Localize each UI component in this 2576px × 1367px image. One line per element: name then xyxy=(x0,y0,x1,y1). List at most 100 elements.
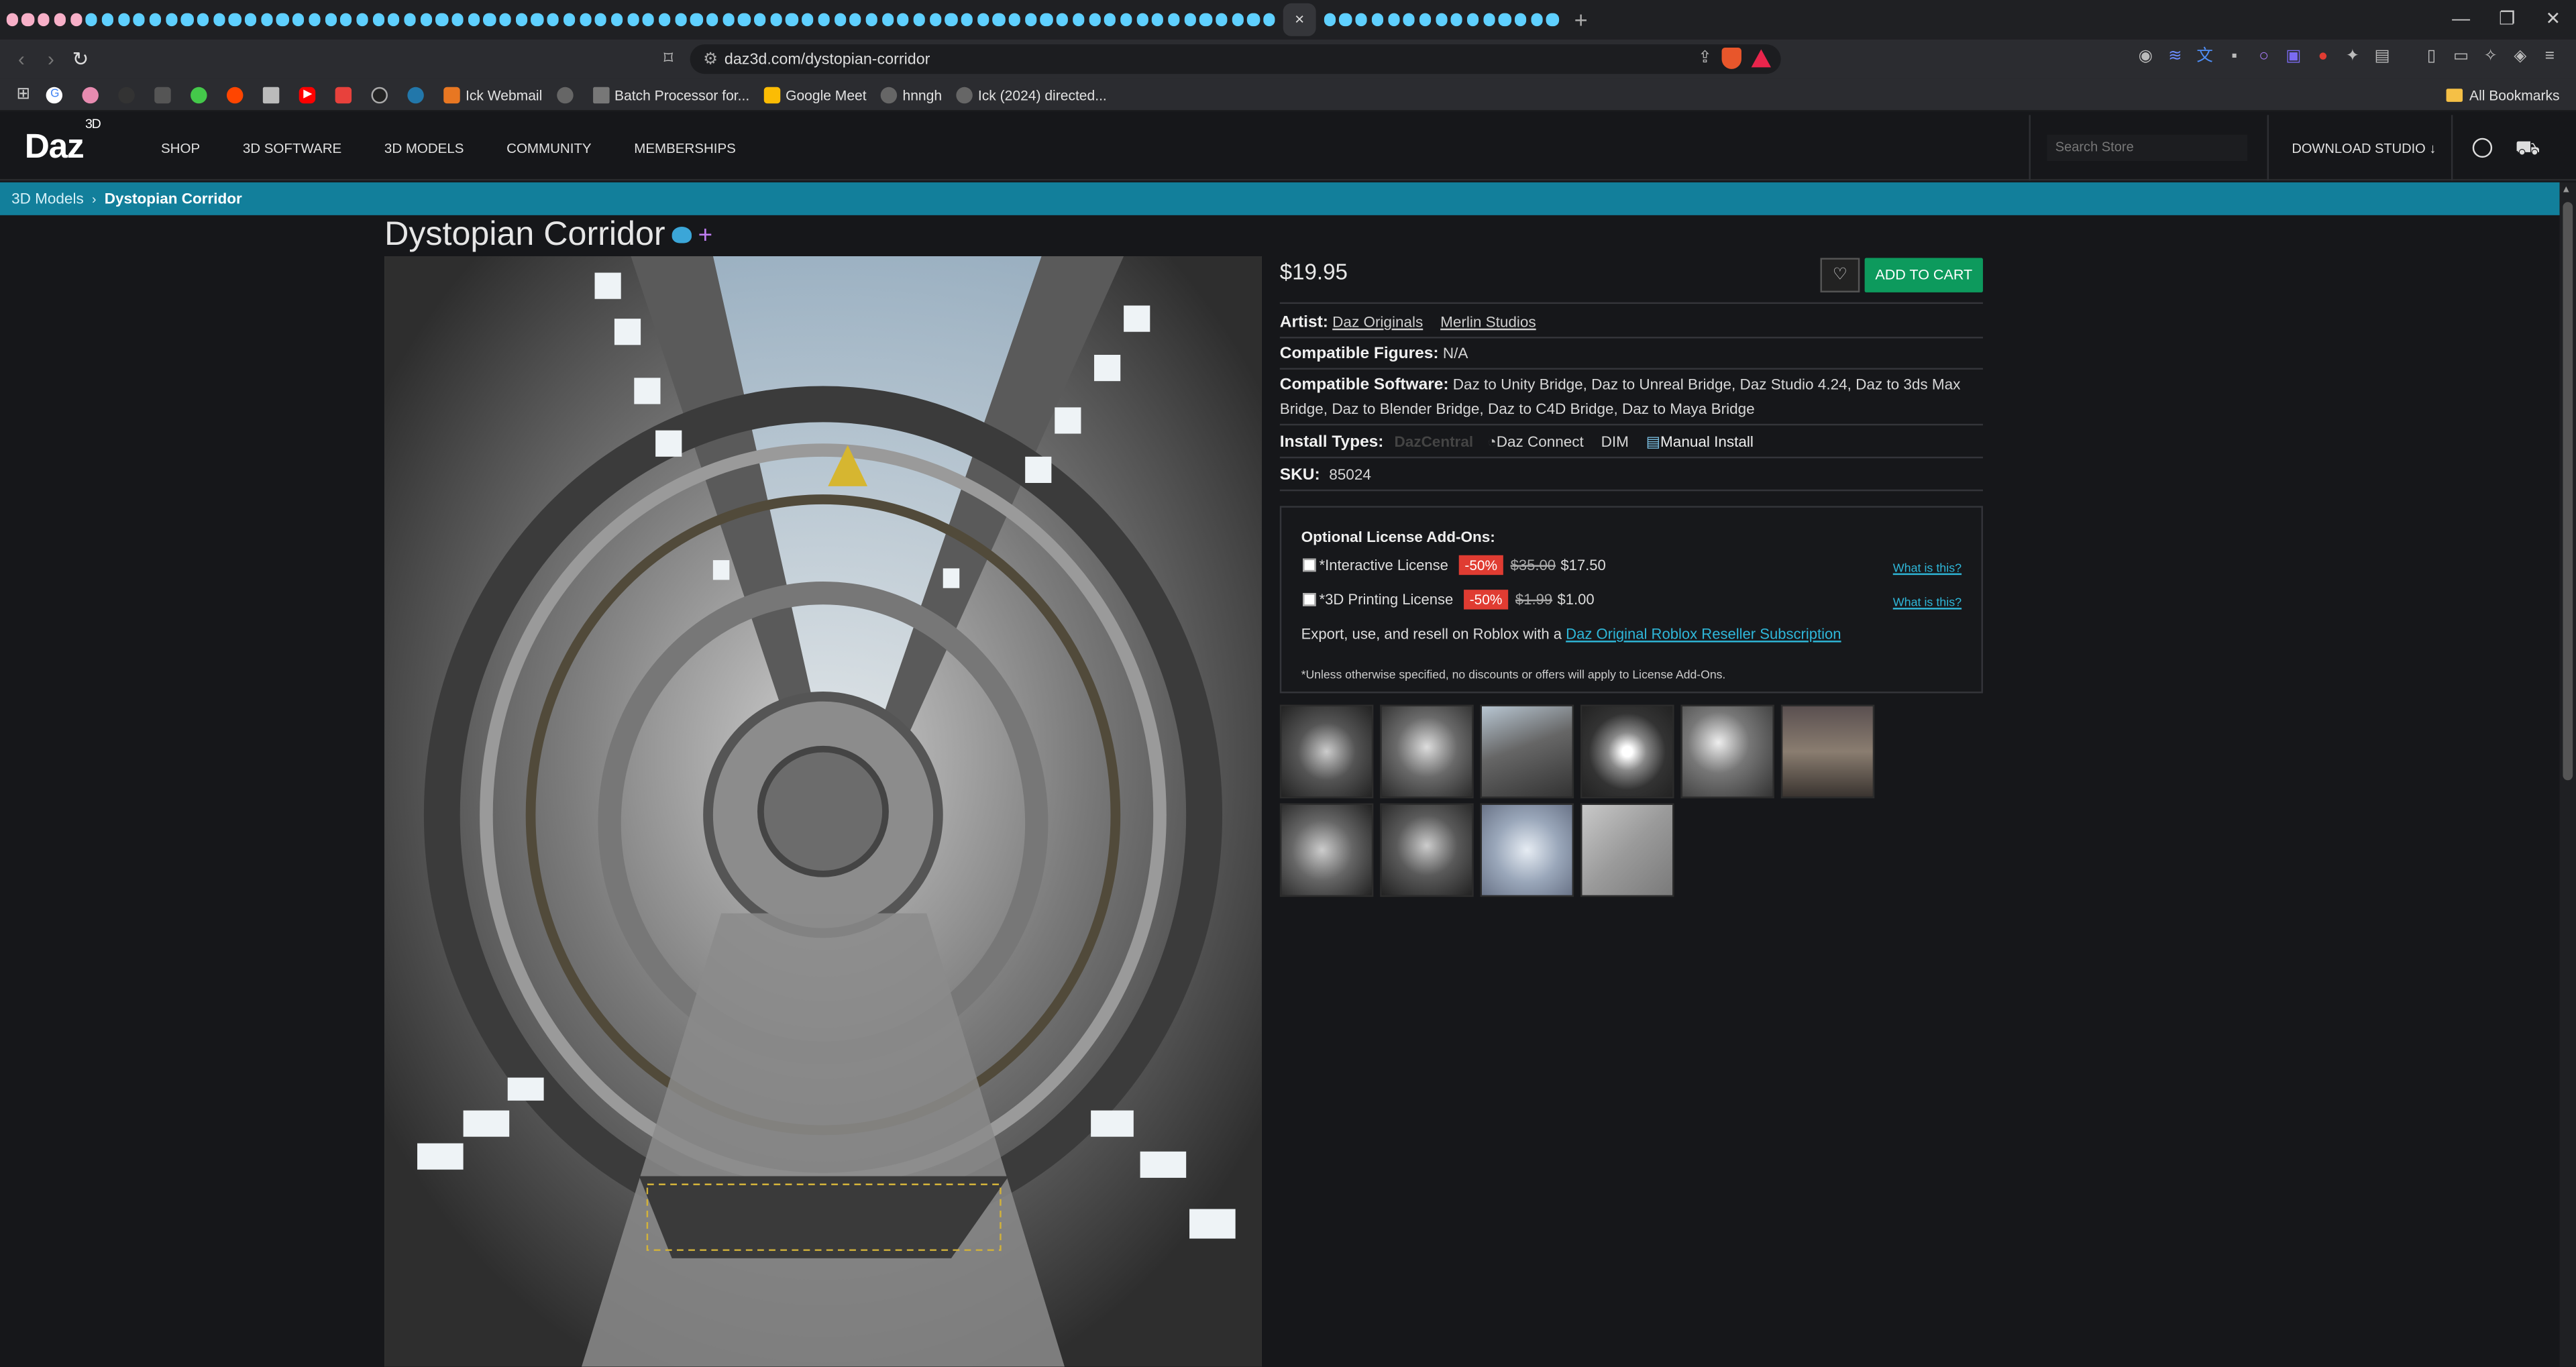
tab-favicon[interactable] xyxy=(1247,13,1260,26)
page-scrollbar[interactable]: ▲ xyxy=(2559,182,2576,1367)
daz-logo[interactable]: Daz3D xyxy=(25,117,101,168)
tab-favicon[interactable] xyxy=(451,13,464,26)
tab-favicon[interactable] xyxy=(1435,13,1447,26)
gallery-thumbnail[interactable] xyxy=(1279,704,1374,799)
puzzle-icon[interactable]: ✦ xyxy=(2343,46,2362,69)
brave-shield-icon[interactable] xyxy=(1721,48,1741,69)
bookmark-icon[interactable] xyxy=(263,86,285,103)
tab-favicon[interactable] xyxy=(865,13,877,26)
tab-favicon[interactable] xyxy=(515,13,527,26)
bookmark-icon[interactable] xyxy=(557,86,578,103)
tab-favicon[interactable] xyxy=(245,13,257,26)
tab-favicon[interactable] xyxy=(627,13,639,26)
extension-icon[interactable]: ▣ xyxy=(2284,46,2303,69)
tab-favicon[interactable] xyxy=(292,13,305,26)
brave-rewards-icon[interactable] xyxy=(1751,49,1772,68)
tab-favicon[interactable] xyxy=(260,13,273,26)
gallery-thumbnail[interactable] xyxy=(1580,803,1674,897)
nav-3d-models[interactable]: 3D MODELS xyxy=(384,140,464,156)
site-info-icon[interactable]: ⚙ xyxy=(703,50,718,68)
tab-favicon[interactable] xyxy=(610,13,623,26)
bookmark-icon[interactable] xyxy=(83,86,104,103)
tab-favicon[interactable] xyxy=(1499,13,1511,26)
new-tab-button[interactable]: + xyxy=(1568,7,1594,33)
tab-favicon[interactable] xyxy=(1024,13,1037,26)
tab-favicon[interactable] xyxy=(499,13,512,26)
back-icon[interactable]: ‹ xyxy=(7,48,36,70)
share-icon[interactable]: ⇪ xyxy=(1698,49,1712,67)
tab-favicon[interactable] xyxy=(531,13,543,26)
active-tab-close-icon[interactable]: × xyxy=(1283,3,1316,36)
tab-favicon[interactable] xyxy=(1263,13,1276,26)
tab-favicon[interactable] xyxy=(945,13,957,26)
tab-favicon[interactable] xyxy=(213,13,225,26)
wallet-icon[interactable]: ▭ xyxy=(2451,46,2471,69)
tab-favicon[interactable] xyxy=(1168,13,1180,26)
tab-favicon[interactable] xyxy=(1040,13,1053,26)
tab-favicon[interactable] xyxy=(1466,13,1479,26)
bookmark-youtube[interactable]: ▶ xyxy=(299,86,321,103)
tab-favicon[interactable] xyxy=(594,13,607,26)
download-studio-button[interactable]: DOWNLOAD STUDIO ↓ xyxy=(2292,142,2436,156)
tab-favicon[interactable] xyxy=(149,13,162,26)
gallery-thumbnail[interactable] xyxy=(1680,704,1774,799)
gallery-thumbnail[interactable] xyxy=(1780,704,1875,799)
tab-favicon[interactable] xyxy=(85,13,98,26)
bookmark-batch-processor[interactable]: Batch Processor for... xyxy=(593,86,749,103)
bookmark-icon[interactable] xyxy=(155,86,176,103)
tab-favicon[interactable] xyxy=(197,13,209,26)
translate-icon[interactable]: 文 xyxy=(2195,46,2214,69)
tab-favicon[interactable] xyxy=(1216,13,1228,26)
tab-favicon[interactable] xyxy=(977,13,989,26)
scrollbar-thumb[interactable] xyxy=(2563,202,2573,781)
breadcrumb-parent[interactable]: 3D Models xyxy=(11,190,84,207)
tab-favicon[interactable] xyxy=(356,13,368,26)
tab-favicon[interactable] xyxy=(1451,13,1463,26)
account-icon[interactable] xyxy=(2472,138,2493,158)
artist-link-merlin-studios[interactable]: Merlin Studios xyxy=(1440,314,1536,330)
tab-favicon[interactable] xyxy=(658,13,671,26)
tab-favicon[interactable] xyxy=(420,13,432,26)
tab-favicon[interactable] xyxy=(563,13,576,26)
tab-favicon[interactable] xyxy=(1199,13,1212,26)
product-main-image[interactable] xyxy=(384,256,1262,1367)
tab-favicon[interactable] xyxy=(690,13,702,26)
tab-favicon[interactable] xyxy=(754,13,766,26)
tab-favicon[interactable] xyxy=(1183,13,1196,26)
tab-favicon[interactable] xyxy=(308,13,321,26)
forward-icon[interactable]: › xyxy=(36,48,66,70)
gallery-thumbnail[interactable] xyxy=(1480,803,1574,897)
interactive-license-checkbox[interactable] xyxy=(1303,558,1316,572)
nav-3d-software[interactable]: 3D SOFTWARE xyxy=(243,140,341,156)
menu-icon[interactable]: ≡ xyxy=(2540,46,2559,69)
restore-icon[interactable]: ❐ xyxy=(2484,0,2530,40)
tab-favicon[interactable] xyxy=(1088,13,1101,26)
3d-printing-license-checkbox[interactable] xyxy=(1303,593,1316,606)
bookmark-ick-webmail[interactable]: Ick Webmail xyxy=(444,86,542,103)
gallery-thumbnail[interactable] xyxy=(1480,704,1574,799)
tab-favicon[interactable] xyxy=(101,13,114,26)
add-to-cart-button[interactable]: ADD TO CART xyxy=(1864,258,1983,292)
bookmark-icon[interactable] xyxy=(335,86,358,103)
gallery-thumbnail[interactable] xyxy=(1279,803,1374,897)
gallery-thumbnail[interactable] xyxy=(1580,704,1674,799)
address-bar[interactable]: ⚙ daz3d.com/dystopian-corridor ⇪ xyxy=(690,44,1781,74)
tab-favicon[interactable] xyxy=(435,13,448,26)
extension-icon[interactable]: ≋ xyxy=(2165,46,2185,69)
vpn-icon[interactable]: ◈ xyxy=(2510,46,2530,69)
tab-favicon[interactable] xyxy=(706,13,718,26)
bookmark-hnngh[interactable]: hnngh xyxy=(881,86,942,103)
tab-favicon[interactable] xyxy=(1530,13,1543,26)
apps-icon[interactable]: ⊞ xyxy=(16,85,30,103)
tab-favicon[interactable] xyxy=(1419,13,1432,26)
tab-favicon[interactable] xyxy=(483,13,496,26)
tab-favicon[interactable] xyxy=(897,13,910,26)
what-is-this-link[interactable]: What is this? xyxy=(1893,560,1962,575)
close-window-icon[interactable]: ✕ xyxy=(2530,0,2576,40)
tab-favicon[interactable] xyxy=(372,13,384,26)
tab-favicon[interactable] xyxy=(547,13,559,26)
tab-favicon[interactable] xyxy=(738,13,751,26)
tab-favicon[interactable] xyxy=(1152,13,1164,26)
tab-favicon[interactable] xyxy=(722,13,735,26)
tab-favicon[interactable] xyxy=(786,13,798,26)
